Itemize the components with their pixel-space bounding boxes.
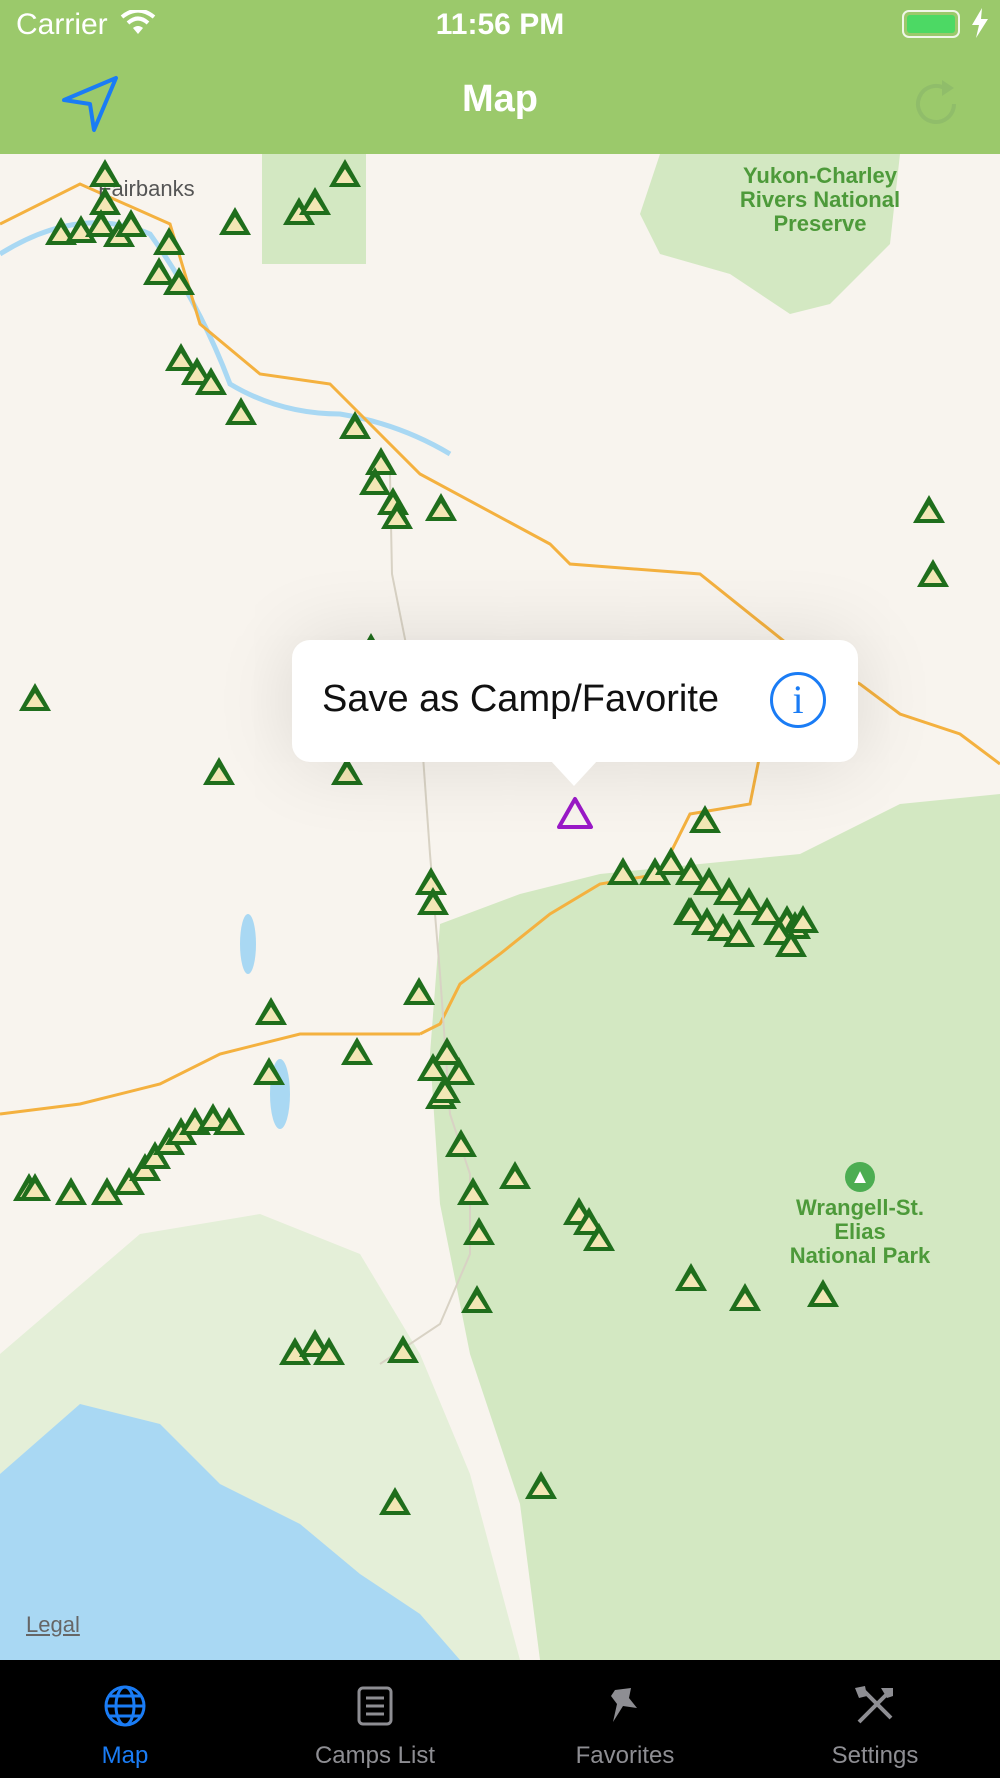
save-camp-callout[interactable]: Save as Camp/Favorite i	[292, 640, 858, 786]
camp-marker[interactable]	[16, 1170, 54, 1204]
tab-bar: Map Camps List Favorites Settings	[0, 1660, 1000, 1778]
charging-icon	[970, 8, 990, 46]
camp-marker[interactable]	[400, 974, 438, 1008]
camp-marker[interactable]	[250, 1054, 288, 1088]
camp-marker[interactable]	[414, 884, 452, 918]
globe-icon	[101, 1682, 149, 1730]
battery-icon	[902, 10, 960, 38]
map-base	[0, 154, 1000, 1660]
camp-marker[interactable]	[192, 364, 230, 398]
tab-label: Settings	[831, 1742, 919, 1769]
status-time: 11:56 PM	[435, 8, 565, 41]
camp-marker[interactable]	[378, 498, 416, 532]
camp-marker[interactable]	[384, 1332, 422, 1366]
tab-label: Camps List	[314, 1742, 436, 1769]
camp-marker[interactable]	[784, 902, 822, 936]
camp-marker[interactable]	[216, 204, 254, 238]
camp-marker[interactable]	[310, 1334, 348, 1368]
wrangell-park-label: ▲ Wrangell-St. Elias National Park	[760, 1162, 960, 1268]
camp-marker[interactable]	[150, 224, 188, 258]
camp-marker[interactable]	[338, 1034, 376, 1068]
info-icon[interactable]: i	[770, 672, 826, 728]
camp-marker[interactable]	[460, 1214, 498, 1248]
camp-marker[interactable]	[580, 1220, 618, 1254]
status-bar: Carrier 11:56 PM	[0, 0, 1000, 50]
camp-marker[interactable]	[686, 802, 724, 836]
camp-marker[interactable]	[422, 490, 460, 524]
camp-marker[interactable]	[914, 556, 952, 590]
yukon-park-label: Yukon-Charley Rivers National Preserve	[739, 163, 901, 236]
camp-marker[interactable]	[726, 1280, 764, 1314]
callout-title[interactable]: Save as Camp/Favorite	[322, 678, 719, 721]
camp-marker[interactable]	[252, 994, 290, 1028]
camp-marker[interactable]	[910, 492, 948, 526]
list-icon	[351, 1682, 399, 1730]
tab-label: Map	[101, 1742, 149, 1769]
tree-icon: ▲	[845, 1162, 875, 1192]
camp-marker[interactable]	[426, 1072, 464, 1106]
camp-marker[interactable]	[376, 1484, 414, 1518]
camp-marker[interactable]	[522, 1468, 560, 1502]
camp-marker[interactable]	[496, 1158, 534, 1192]
map-view[interactable]: Yukon-Charley Rivers National Preserve F…	[0, 154, 1000, 1660]
legal-link[interactable]: Legal	[26, 1612, 80, 1638]
camp-marker[interactable]	[672, 1260, 710, 1294]
tab-label: Favorites	[575, 1742, 675, 1769]
top-bar: Carrier 11:56 PM Map	[0, 0, 1000, 154]
camp-marker[interactable]	[160, 264, 198, 298]
camp-marker[interactable]	[222, 394, 260, 428]
tools-icon	[851, 1682, 899, 1730]
page-title: Map	[462, 78, 538, 120]
camp-marker[interactable]	[336, 408, 374, 442]
camp-marker[interactable]	[454, 1174, 492, 1208]
camp-marker[interactable]	[720, 916, 758, 950]
camp-marker[interactable]	[112, 206, 150, 240]
camp-marker[interactable]	[458, 1282, 496, 1316]
tab-camps-list[interactable]: Camps List	[250, 1660, 500, 1778]
camp-marker[interactable]	[210, 1104, 248, 1138]
tab-favorites[interactable]: Favorites	[500, 1660, 750, 1778]
camp-marker[interactable]	[442, 1126, 480, 1160]
camp-marker[interactable]	[52, 1174, 90, 1208]
camp-marker[interactable]	[326, 156, 364, 190]
camp-marker[interactable]	[200, 754, 238, 788]
refresh-icon[interactable]	[906, 74, 966, 134]
pin-icon	[601, 1682, 649, 1730]
tab-map[interactable]: Map	[0, 1660, 250, 1778]
tab-settings[interactable]: Settings	[750, 1660, 1000, 1778]
selected-camp-marker[interactable]	[556, 796, 594, 830]
camp-marker[interactable]	[16, 680, 54, 714]
camp-marker[interactable]	[804, 1276, 842, 1310]
